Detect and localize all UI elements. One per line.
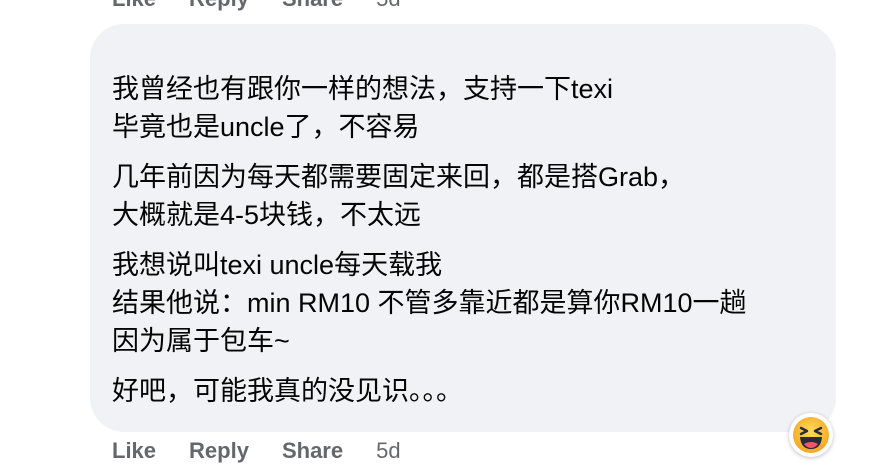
comment-line: 结果他说：min RM10 不管多靠近都是算你RM10一趟: [112, 288, 747, 318]
comment-paragraph: 几年前因为每天都需要固定来回，都是搭Grab， 大概就是4-5块钱，不太远: [112, 158, 747, 234]
reply-button[interactable]: Reply: [189, 0, 249, 12]
comment-line: 好吧，可能我真的没见识。。。: [112, 376, 463, 406]
timestamp[interactable]: 5d: [376, 438, 400, 464]
comment-line: 毕竟也是uncle了，不容易: [112, 112, 420, 142]
comment-line: 我想说叫texi uncle每天载我: [112, 250, 443, 280]
haha-reaction-icon: [793, 417, 829, 453]
comment-paragraph: 我想说叫texi uncle每天载我 结果他说：min RM10 不管多靠近都是…: [112, 246, 747, 360]
comment-actions: Like Reply Share 5d: [112, 438, 401, 464]
like-button[interactable]: Like: [112, 0, 156, 12]
comment-line: 几年前因为每天都需要固定来回，都是搭Grab，: [112, 162, 686, 192]
comment-text: 我曾经也有跟你一样的想法，支持一下texi 毕竟也是uncle了，不容易 几年前…: [112, 70, 747, 410]
comment-line: 因为属于包车~: [112, 326, 290, 356]
previous-comment-actions: Like Reply Share 5d: [112, 0, 401, 12]
share-button[interactable]: Share: [282, 0, 343, 12]
comment-paragraph: 我曾经也有跟你一样的想法，支持一下texi 毕竟也是uncle了，不容易: [112, 70, 747, 146]
comment-paragraph: 好吧，可能我真的没见识。。。: [112, 372, 747, 410]
reaction-badge[interactable]: [789, 413, 833, 457]
share-button[interactable]: Share: [282, 438, 343, 464]
reply-button[interactable]: Reply: [189, 438, 249, 464]
comment-line: 我曾经也有跟你一样的想法，支持一下texi: [112, 74, 614, 104]
comment-line: 大概就是4-5块钱，不太远: [112, 200, 422, 230]
like-button[interactable]: Like: [112, 438, 156, 464]
timestamp[interactable]: 5d: [376, 0, 400, 12]
